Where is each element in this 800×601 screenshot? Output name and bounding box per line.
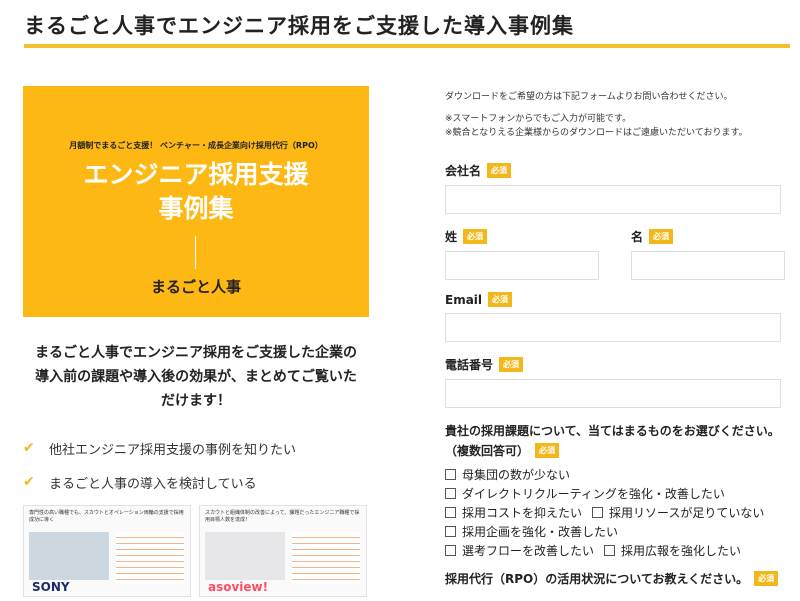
- case-thumbnail-sony: 専門性の高い職種でも、スカウトとオペレーション両輪の支援で採用成功に導く SON…: [23, 505, 191, 597]
- checkbox[interactable]: [445, 507, 456, 518]
- cover-divider: [195, 236, 196, 269]
- checkbox[interactable]: [445, 488, 456, 499]
- checkbox[interactable]: [445, 545, 456, 556]
- cover-brand: まるごと人事: [150, 278, 241, 296]
- phone-label-text: 電話番号: [445, 358, 494, 372]
- options-row: ダイレクトリクルーティングを強化・改善したい: [445, 484, 785, 503]
- lead-line1: まるごと人事でエンジニア採用をご支援した企業の: [35, 345, 357, 361]
- first-name-label: 名 必須: [631, 228, 785, 245]
- page-title: まるごと人事でエンジニア採用をご支援した導入事例集: [24, 14, 574, 38]
- required-badge: 必須: [487, 163, 512, 178]
- sony-logo: SONY: [32, 580, 70, 594]
- first-name-label-text: 名: [631, 230, 644, 244]
- options-row: 選考フローを改善したい 採用広報を強化したい: [445, 541, 785, 560]
- checkbox[interactable]: [604, 545, 616, 556]
- first-name-group: 名 必須: [631, 228, 785, 280]
- options-row: 採用企画を強化・改善したい: [445, 522, 785, 541]
- cover-heading: エンジニア採用支援 事例集: [23, 158, 369, 226]
- issue-option[interactable]: 母集団の数が少ない: [445, 466, 570, 483]
- thumbnail-title: スカウトと組織体制の改善によって、課題だったエンジニア職種で採用目標人数を達成！: [205, 510, 360, 523]
- option-label: 採用企画を強化・改善したい: [462, 525, 619, 539]
- option-label: ダイレクトリクルーティングを強化・改善したい: [462, 487, 725, 501]
- option-label: 採用広報を強化したい: [621, 544, 742, 558]
- options-row: 採用コストを抑えたい 採用リソースが足りていない: [445, 503, 785, 522]
- issue-option[interactable]: 採用企画を強化・改善したい: [445, 523, 618, 540]
- form-note: ※スマートフォンからでもご入力が可能です。: [445, 114, 632, 124]
- name-row: 姓 必須 名 必須: [445, 228, 785, 280]
- required-badge: 必須: [754, 571, 779, 586]
- checkbox[interactable]: [592, 507, 604, 518]
- lead-line2: 導入前の課題や導入後の効果が、まとめてご覧いた: [35, 369, 357, 385]
- rpo-label: 採用代行（RPO）の活用状況についてお教えください。 必須: [445, 570, 785, 587]
- last-name-group: 姓 必須: [445, 228, 599, 280]
- issue-option[interactable]: 採用広報を強化したい: [604, 542, 741, 559]
- required-badge: 必須: [463, 229, 488, 244]
- issue-option[interactable]: 採用リソースが足りていない: [592, 504, 764, 521]
- casebook-cover: 月額制でまるごと支援！ ベンチャー・成長企業向け採用代行（RPO） エンジニア採…: [23, 86, 369, 317]
- lead-line3: だけます！: [161, 393, 231, 409]
- benefit-text: 他社エンジニア採用支援の事例を知りたい: [49, 442, 297, 458]
- email-input[interactable]: [445, 313, 781, 342]
- benefit-item: ✔ まるごと人事の導入を検討している: [23, 465, 369, 499]
- checkbox[interactable]: [445, 469, 456, 480]
- required-badge: 必須: [535, 443, 560, 458]
- benefit-list: ✔ 他社エンジニア採用支援の事例を知りたい ✔ まるごと人事の導入を検討している: [23, 431, 369, 499]
- check-icon: ✔: [23, 440, 35, 456]
- cover-heading-line1: エンジニア採用支援: [83, 160, 309, 189]
- left-column: 月額制でまるごと支援！ ベンチャー・成長企業向け採用代行（RPO） エンジニア採…: [23, 86, 369, 597]
- option-label: 採用リソースが足りていない: [609, 506, 765, 520]
- phone-input[interactable]: [445, 379, 781, 408]
- company-input[interactable]: [445, 185, 781, 214]
- benefit-item: ✔ 他社エンジニア採用支援の事例を知りたい: [23, 431, 369, 465]
- phone-label: 電話番号 必須: [445, 356, 785, 373]
- company-group: 会社名 必須: [445, 162, 785, 214]
- company-label: 会社名 必須: [445, 162, 785, 179]
- case-thumbnail-asoview: スカウトと組織体制の改善によって、課題だったエンジニア職種で採用目標人数を達成！…: [199, 505, 367, 597]
- rpo-label-text: 採用代行（RPO）の活用状況についてお教えください。: [445, 572, 749, 586]
- thumbnail-text-lines: [292, 532, 360, 584]
- cover-tagline: 月額制でまるごと支援！ ベンチャー・成長企業向け採用代行（RPO）: [69, 141, 323, 150]
- thumbnail-photo: [205, 532, 285, 580]
- last-name-label-text: 姓: [445, 230, 458, 244]
- email-group: Email 必須: [445, 292, 785, 342]
- download-form: ダウンロードをご希望の方は下記フォームよりお問い合わせください。 ※スマートフォ…: [445, 86, 785, 587]
- title-underline: [24, 44, 790, 48]
- email-label-text: Email: [445, 292, 483, 307]
- first-name-input[interactable]: [631, 251, 785, 280]
- issue-option[interactable]: 採用コストを抑えたい: [445, 504, 582, 521]
- case-thumbnails: 専門性の高い職種でも、スカウトとオペレーション両輪の支援で採用成功に導く SON…: [23, 505, 369, 597]
- required-badge: 必須: [649, 229, 674, 244]
- option-label: 母集団の数が少ない: [462, 468, 571, 482]
- last-name-label: 姓 必須: [445, 228, 599, 245]
- thumbnail-photo: [29, 532, 109, 580]
- issues-label-line1: 貴社の採用課題について、当てはまるものをお選びください。: [445, 424, 780, 438]
- issues-label-line2-wrap: （複数回答可） 必須: [445, 442, 785, 459]
- option-label: 選考フローを改善したい: [462, 544, 595, 558]
- email-label: Email 必須: [445, 292, 785, 307]
- required-badge: 必須: [488, 292, 513, 307]
- thumbnail-title: 専門性の高い職種でも、スカウトとオペレーション両輪の支援で採用成功に導く: [29, 510, 184, 523]
- check-icon: ✔: [23, 474, 35, 490]
- form-note: ※競合となりえる企業様からのダウンロードはご遠慮いただいております。: [445, 128, 748, 138]
- options-row: 母集団の数が少ない: [445, 465, 785, 484]
- option-label: 採用コストを抑えたい: [462, 506, 583, 520]
- issues-options: 母集団の数が少ない ダイレクトリクルーティングを強化・改善したい 採用コストを抑…: [445, 465, 785, 560]
- lead-text: まるごと人事でエンジニア採用をご支援した企業の 導入前の課題や導入後の効果が、ま…: [23, 341, 369, 413]
- company-label-text: 会社名: [445, 164, 482, 178]
- last-name-input[interactable]: [445, 251, 599, 280]
- benefit-text: まるごと人事の導入を検討している: [49, 476, 257, 492]
- form-note: ダウンロードをご希望の方は下記フォームよりお問い合わせください。: [445, 92, 733, 102]
- issues-label-line2: （複数回答可）: [445, 444, 530, 458]
- issue-option[interactable]: 選考フローを改善したい: [445, 542, 594, 559]
- cover-heading-line2: 事例集: [158, 194, 234, 223]
- issues-group: 貴社の採用課題について、当てはまるものをお選びください。 （複数回答可） 必須 …: [445, 422, 785, 560]
- required-badge: 必須: [499, 357, 524, 372]
- issue-option[interactable]: ダイレクトリクルーティングを強化・改善したい: [445, 485, 725, 502]
- checkbox[interactable]: [445, 526, 456, 537]
- asoview-logo: asoview!: [208, 580, 269, 594]
- thumbnail-text-lines: [116, 532, 184, 584]
- phone-group: 電話番号 必須: [445, 356, 785, 408]
